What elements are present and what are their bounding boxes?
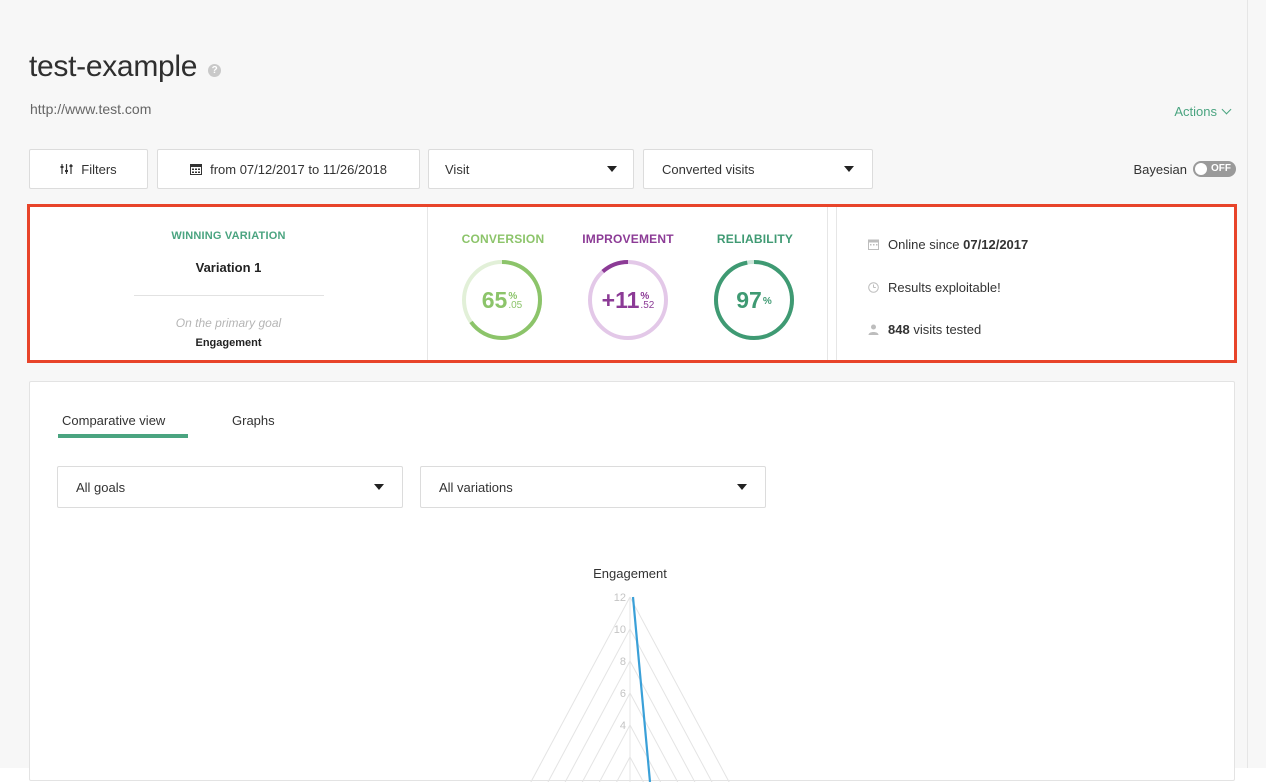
improvement-gauge: +11 % .52 — [587, 259, 669, 341]
comparison-card: Comparative view Graphs All goals All va… — [29, 381, 1235, 782]
radar-tick-label: 6 — [620, 688, 626, 700]
chevron-down-icon — [1221, 104, 1232, 115]
visits-count: 848 — [888, 322, 910, 337]
clock-icon — [868, 282, 879, 293]
improvement-decimal: .52 — [640, 300, 655, 311]
filters-label: Filters — [81, 161, 117, 177]
primary-goal-label: On the primary goal — [175, 316, 282, 330]
test-url: http://www.test.com — [30, 101, 152, 117]
radar-tick-label: 10 — [614, 624, 626, 636]
radar-tick-label: 8 — [620, 656, 626, 668]
improvement-whole: +11 — [601, 286, 640, 313]
results-status-line: Results exploitable! — [868, 280, 1001, 295]
filters-button[interactable]: Filters — [29, 149, 148, 189]
radar-series-line — [631, 596, 652, 782]
reliability-label: RELIABILITY — [716, 232, 794, 246]
column-divider — [427, 207, 428, 360]
conversion-whole: 65 — [481, 286, 508, 313]
date-range-label: from 07/12/2017 to 11/26/2018 — [210, 161, 387, 177]
improvement-value: +11 % .52 — [587, 259, 669, 341]
reliability-unit: % — [762, 295, 772, 307]
results-page: test-example ? http://www.test.com Actio… — [0, 0, 1266, 782]
active-tab-indicator — [58, 434, 188, 438]
radar-chart: Engagement 12 10 8 6 4 — [530, 566, 730, 782]
title-row: test-example ? — [29, 50, 222, 84]
bayesian-switch: Bayesian OFF — [1134, 161, 1236, 177]
improvement-fraction: % .52 — [640, 292, 655, 311]
online-since-text: Online since 07/12/2017 — [888, 237, 1029, 252]
bayesian-toggle[interactable]: OFF — [1193, 161, 1236, 177]
results-summary-panel: WINNING VARIATION Variation 1 On the pri… — [27, 204, 1237, 363]
visits-tested-text: 848 visits tested — [888, 322, 982, 337]
conversion-decimal: .05 — [508, 300, 523, 311]
reliability-whole: 97 — [736, 286, 762, 313]
column-divider — [827, 207, 828, 360]
reliability-value: 97 % — [713, 259, 795, 341]
goals-select-value: All goals — [76, 479, 126, 495]
caret-down-icon — [374, 484, 384, 490]
radar-tick-label: 12 — [614, 592, 626, 604]
radar-grid-line — [616, 756, 631, 782]
toggle-knob — [1195, 163, 1207, 175]
toggle-state: OFF — [1211, 163, 1231, 174]
help-icon[interactable]: ? — [208, 63, 222, 77]
winning-variation-section: WINNING VARIATION Variation 1 On the pri… — [30, 207, 427, 360]
conversion-value: 65 % .05 — [461, 259, 543, 341]
converted-select-value: Converted visits — [662, 161, 755, 177]
results-status-text: Results exploitable! — [888, 280, 1001, 295]
filters-icon — [60, 164, 73, 174]
user-icon — [868, 324, 879, 335]
page-edge-divider — [1247, 0, 1248, 768]
visit-select[interactable]: Visit — [428, 149, 634, 189]
tab-graphs[interactable]: Graphs — [232, 413, 275, 428]
radar-grid-line — [581, 692, 631, 782]
converted-visits-select[interactable]: Converted visits — [643, 149, 873, 189]
reliability-gauge: 97 % — [713, 259, 795, 341]
radar-grid-line — [598, 724, 631, 782]
variations-select[interactable]: All variations — [420, 466, 766, 508]
page-title: test-example — [29, 50, 198, 83]
online-since-line: Online since 07/12/2017 — [868, 237, 1028, 252]
reliability-fraction: % — [762, 295, 772, 307]
online-since-date: 07/12/2017 — [963, 237, 1029, 252]
radar-tick-label: 4 — [620, 720, 626, 732]
radar-axis-label: Engagement — [593, 566, 667, 581]
visit-select-value: Visit — [445, 161, 470, 177]
caret-down-icon — [737, 484, 747, 490]
date-range-button[interactable]: from 07/12/2017 to 11/26/2018 — [157, 149, 420, 189]
improvement-label: IMPROVEMENT — [582, 232, 674, 246]
radar-grid-line — [629, 692, 679, 782]
variations-select-value: All variations — [439, 479, 513, 495]
goals-select[interactable]: All goals — [57, 466, 403, 508]
tab-comparative-view[interactable]: Comparative view — [62, 413, 165, 428]
winning-variation-name: Variation 1 — [195, 260, 262, 275]
winning-variation-title: WINNING VARIATION — [171, 230, 286, 242]
bayesian-label: Bayesian — [1133, 161, 1187, 177]
test-info-section: Online since 07/12/2017 Results exploita… — [836, 207, 1234, 360]
caret-down-icon — [844, 166, 854, 172]
calendar-icon — [868, 239, 879, 250]
primary-goal-name: Engagement — [195, 337, 262, 349]
section-divider — [134, 295, 324, 296]
caret-down-icon — [607, 166, 617, 172]
conversion-fraction: % .05 — [508, 292, 523, 311]
radar-grid-line — [547, 628, 631, 782]
radar-grid-line — [629, 756, 644, 782]
actions-label: Actions — [1174, 104, 1217, 119]
visits-tested-line: 848 visits tested — [868, 322, 981, 337]
calendar-icon — [190, 164, 203, 175]
conversion-gauge: 65 % .05 — [461, 259, 543, 341]
actions-menu-button[interactable]: Actions — [1174, 104, 1232, 119]
conversion-label: CONVERSION — [461, 232, 545, 246]
